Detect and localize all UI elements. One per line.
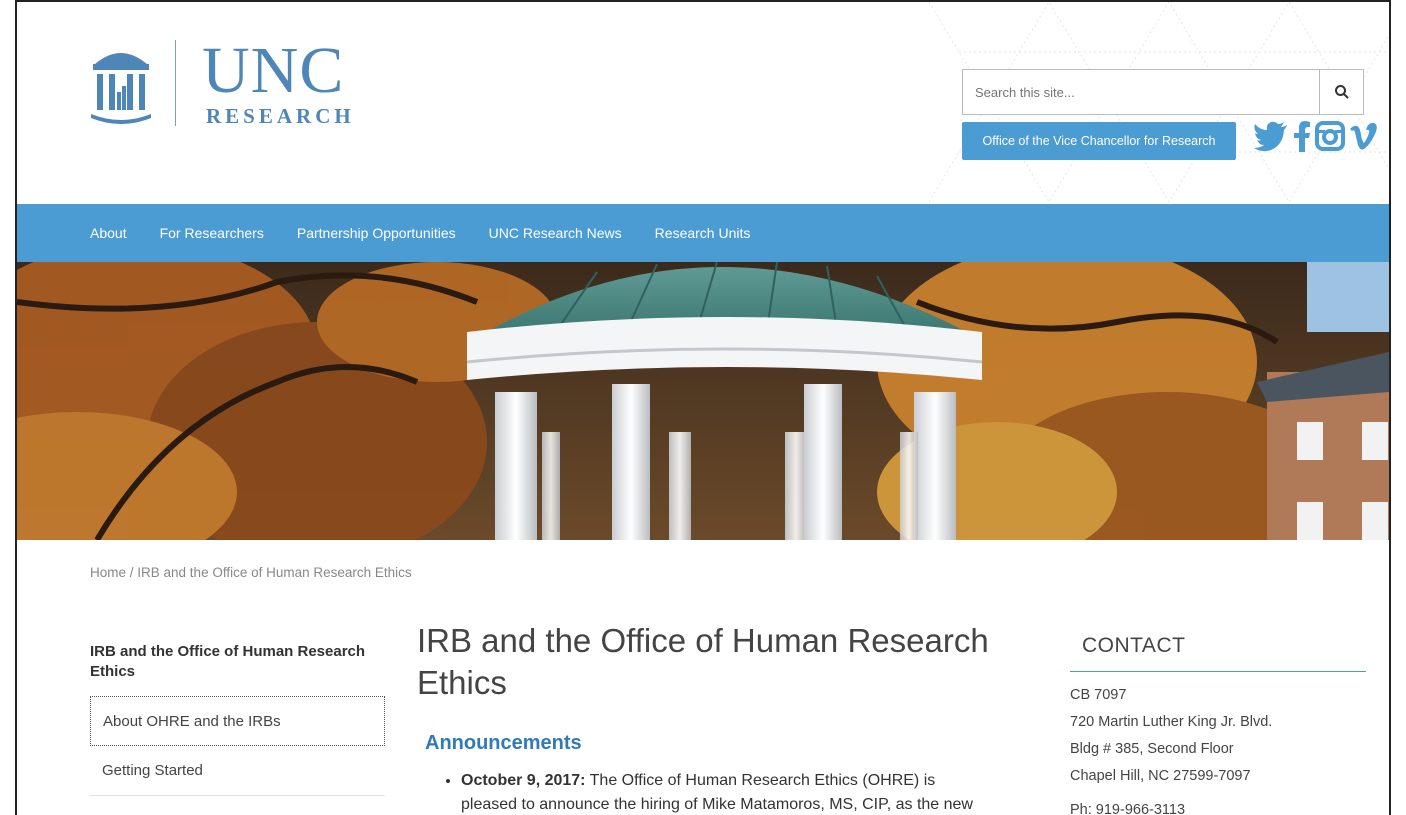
nav-partnership-opportunities[interactable]: Partnership Opportunities xyxy=(297,225,456,241)
vimeo-icon[interactable] xyxy=(1349,121,1377,151)
social-links xyxy=(1253,120,1377,152)
search-button[interactable] xyxy=(1319,70,1363,114)
contact-line: Chapel Hill, NC 27599-7097 xyxy=(1070,768,1251,784)
browser-page: UNC RESEARCH Office of the Vice Chancell… xyxy=(15,0,1391,815)
instagram-icon[interactable] xyxy=(1315,121,1345,151)
sidebar-title[interactable]: IRB and the Office of Human Research Eth… xyxy=(90,642,385,696)
nav-research-units[interactable]: Research Units xyxy=(655,225,751,241)
contact-line: Bldg # 385, Second Floor xyxy=(1070,741,1234,757)
section-sidebar: IRB and the Office of Human Research Eth… xyxy=(90,642,385,796)
contact-address: CB 7097 720 Martin Luther King Jr. Blvd.… xyxy=(1070,682,1366,790)
contact-heading: CONTACT xyxy=(1070,634,1366,672)
page-title: IRB and the Office of Human Research Eth… xyxy=(417,622,989,701)
breadcrumb-home-link[interactable]: Home xyxy=(90,565,126,580)
announcement-date: October 9, 2017: xyxy=(461,772,586,789)
announcements-heading: Announcements xyxy=(425,732,582,754)
list-item: October 9, 2017: The Office of Human Res… xyxy=(461,769,1037,815)
search-icon xyxy=(1334,85,1349,99)
main-navigation: About For Researchers Partnership Opport… xyxy=(17,204,1389,262)
twitter-icon[interactable] xyxy=(1253,120,1289,152)
breadcrumb: Home / IRB and the Office of Human Resea… xyxy=(90,565,412,580)
contact-phone: Ph: 919-966-3113 xyxy=(1070,802,1186,815)
search-input[interactable] xyxy=(963,70,1319,114)
old-well-photo xyxy=(17,262,1389,540)
old-well-icon xyxy=(91,53,151,124)
contact-line: CB 7097 xyxy=(1070,687,1127,703)
breadcrumb-separator: / xyxy=(126,565,138,580)
nav-for-researchers[interactable]: For Researchers xyxy=(160,225,264,241)
sidebar-item-getting-started[interactable]: Getting Started xyxy=(90,746,385,796)
contact-panel: CONTACT CB 7097 720 Martin Luther King J… xyxy=(1070,634,1366,815)
hero-image-old-well xyxy=(17,262,1389,540)
announcements-list: October 9, 2017: The Office of Human Res… xyxy=(417,769,1037,815)
main-content: IRB and the Office of Human Research Eth… xyxy=(417,620,1037,815)
site-header: UNC RESEARCH Office of the Vice Chancell… xyxy=(17,2,1389,204)
logo-research-text: RESEARCH xyxy=(206,104,355,128)
announcement-text-continued: pleased to announce the hiring of Mike M… xyxy=(461,796,973,813)
nav-unc-research-news[interactable]: UNC Research News xyxy=(489,225,622,241)
sidebar-item-about-ohre[interactable]: About OHRE and the IRBs xyxy=(90,696,385,746)
facebook-icon[interactable] xyxy=(1293,120,1311,152)
contact-line: 720 Martin Luther King Jr. Blvd. xyxy=(1070,714,1273,730)
unc-research-logo[interactable]: UNC RESEARCH xyxy=(89,34,355,132)
announcement-text: The Office of Human Research Ethics (OHR… xyxy=(585,772,936,789)
vice-chancellor-button[interactable]: Office of the Vice Chancellor for Resear… xyxy=(962,122,1236,160)
site-search xyxy=(962,69,1364,115)
logo-divider xyxy=(175,40,176,126)
breadcrumb-current: IRB and the Office of Human Research Eth… xyxy=(137,565,412,580)
nav-about[interactable]: About xyxy=(90,225,127,241)
logo-unc-text: UNC xyxy=(202,34,345,107)
logo-wordmark: UNC RESEARCH xyxy=(202,34,355,129)
